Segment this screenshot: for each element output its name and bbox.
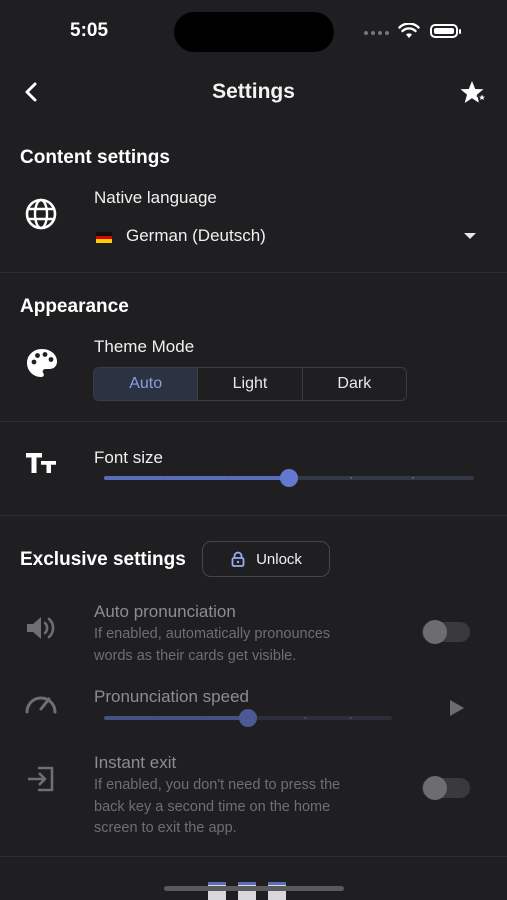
battery-icon [430, 24, 461, 38]
instant-exit-title: Instant exit [94, 753, 177, 772]
native-language-label: Native language [94, 188, 217, 207]
speed-slider-thumb[interactable] [239, 709, 257, 727]
divider [0, 515, 507, 516]
divider [0, 272, 507, 273]
divider [0, 421, 507, 422]
palette-icon [27, 349, 57, 377]
font-size-slider[interactable] [104, 469, 474, 487]
font-size-label: Font size [94, 448, 163, 467]
unlock-label: Unlock [256, 550, 302, 568]
auto-pronunciation-description: If enabled, automatically pronounces wor… [94, 626, 331, 664]
home-indicator [164, 886, 344, 891]
font-size-slider-thumb[interactable] [280, 469, 298, 487]
toggle-knob [423, 620, 447, 644]
exclusive-settings-title: Exclusive settings [20, 549, 186, 570]
instant-exit-description: If enabled, you don't need to press the … [94, 777, 341, 836]
selected-language: German (Deutsch) [126, 226, 266, 245]
signal-icon [364, 31, 389, 35]
status-icons [364, 23, 474, 42]
theme-option-auto[interactable]: Auto [94, 368, 199, 400]
auto-pronunciation-title: Auto pronunciation [94, 602, 236, 621]
unlock-button[interactable]: Unlock [202, 541, 330, 577]
instant-exit-toggle[interactable] [422, 776, 470, 800]
dynamic-island [174, 12, 334, 52]
bottom-content-peek [208, 882, 294, 900]
rate-star-icon[interactable] [458, 78, 492, 108]
speaker-icon [27, 617, 55, 639]
play-icon[interactable] [450, 700, 464, 716]
theme-option-light[interactable]: Light [198, 368, 303, 400]
lock-icon [231, 551, 245, 567]
text-size-icon [26, 453, 56, 473]
page-title: Settings [212, 80, 295, 103]
globe-icon [25, 198, 57, 230]
pronunciation-speed-slider[interactable] [104, 709, 392, 727]
toggle-knob [423, 776, 447, 800]
native-language-select[interactable]: German (Deutsch) [94, 224, 484, 252]
theme-mode-label: Theme Mode [94, 337, 195, 356]
speedometer-icon [25, 696, 57, 714]
caret-down-icon [464, 233, 476, 239]
exit-icon [28, 766, 54, 792]
appearance-title: Appearance [20, 296, 129, 317]
auto-pronunciation-toggle[interactable] [422, 620, 470, 644]
german-flag-icon [96, 232, 112, 243]
theme-mode-segmented-control[interactable]: Auto Light Dark [93, 367, 407, 401]
pronunciation-speed-title: Pronunciation speed [94, 687, 250, 706]
divider [0, 856, 507, 857]
theme-option-dark[interactable]: Dark [303, 368, 406, 400]
status-time: 5:05 [70, 20, 109, 41]
wifi-icon [398, 23, 420, 38]
content-settings-title: Content settings [20, 147, 170, 168]
